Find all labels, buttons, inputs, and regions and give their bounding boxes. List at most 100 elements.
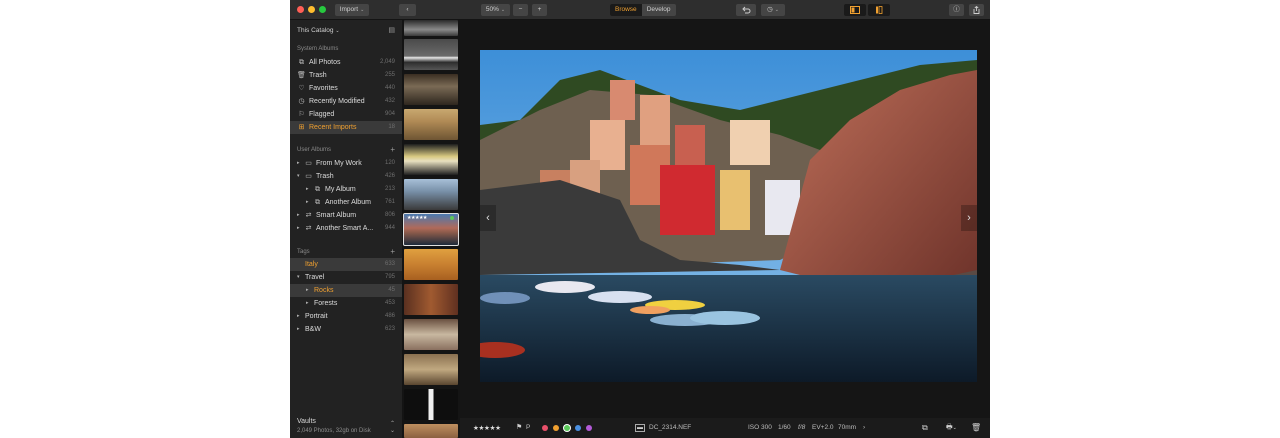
share-button[interactable] (969, 4, 984, 16)
disclosure-right-icon[interactable]: ▸ (306, 287, 309, 293)
thumbnail[interactable] (404, 179, 458, 210)
zoom-window-button[interactable] (319, 6, 326, 13)
sidebar-item-count: 432 (384, 98, 395, 104)
photos-icon: ⧉ (299, 59, 304, 66)
filmstrip-toggle-button[interactable] (868, 4, 890, 16)
zoom-in-button[interactable]: + (532, 4, 547, 16)
sidebar-item-another-album[interactable]: ▸ ⧉ Another Album 761 (290, 196, 402, 209)
tag-travel[interactable]: ▾ Travel 795 (290, 271, 402, 284)
disclosure-down-icon[interactable]: ▾ (297, 274, 300, 280)
undo-icon (741, 6, 750, 14)
disclosure-down-icon[interactable]: ▾ (297, 173, 300, 179)
disclosure-right-icon[interactable]: ▸ (297, 160, 300, 166)
tag-count: 795 (384, 274, 395, 280)
export-dropdown-icon[interactable]: 🖶︎⌄ (946, 423, 957, 434)
import-icon: ⊞ (298, 124, 305, 131)
photo-image (480, 50, 977, 382)
close-window-button[interactable] (297, 6, 304, 13)
sidebar-item-count: 944 (384, 225, 395, 231)
sidebar-item-another-smart-album[interactable]: ▸ ⇄ Another Smart A... 944 (290, 222, 402, 235)
color-label-orange[interactable] (553, 425, 559, 431)
import-button[interactable]: Import ⌄ (335, 4, 369, 16)
zoom-dropdown[interactable]: 50% ⌄ (481, 4, 510, 16)
tag-count: 45 (388, 287, 395, 293)
disclosure-right-icon[interactable]: ▸ (306, 199, 309, 205)
vaults-switcher[interactable]: ⌃ ⌄ (390, 420, 395, 434)
sidebar-item-flagged[interactable]: ⚐ Flagged 904 (290, 108, 402, 121)
back-button[interactable]: ‹ (399, 4, 416, 16)
vaults-title: Vaults (297, 418, 316, 425)
sidebar-item-count: 904 (384, 111, 395, 117)
disclosure-right-icon[interactable]: ▸ (297, 225, 300, 231)
sidebar-item-label: My Album (325, 185, 356, 193)
trash-icon: 🗑︎ (297, 72, 306, 79)
undo-button[interactable] (736, 4, 756, 16)
sidebar-toggle-button[interactable] (844, 4, 866, 16)
thumbnail[interactable] (404, 284, 458, 315)
thumbnail-selected[interactable]: ★★★★★ (403, 213, 459, 246)
develop-tab[interactable]: Develop (642, 4, 676, 16)
sidebar-item-my-album[interactable]: ▸ ⧉ My Album 213 (290, 183, 402, 196)
disclosure-right-icon[interactable]: ▸ (306, 300, 309, 306)
bottom-info-bar: ★★★★★ ⚑ P ▬ DC_2314.NEF ISO 300 1/60 f/8… (460, 418, 990, 438)
add-album-button[interactable]: + (390, 145, 395, 154)
tag-forests[interactable]: ▸ Forests 453 (290, 297, 402, 310)
minimize-window-button[interactable] (308, 6, 315, 13)
browse-tab[interactable]: Browse (610, 4, 642, 16)
zoom-out-button[interactable]: − (513, 4, 528, 16)
tag-rocks[interactable]: ▸ Rocks 45 (290, 284, 402, 297)
sidebar-item-count: 2,049 (379, 59, 395, 65)
thumbnail[interactable] (404, 144, 458, 175)
sidebar-item-favorites[interactable]: ♡ Favorites 440 (290, 82, 402, 95)
user-albums-heading: User Albums (297, 147, 332, 153)
thumbnail[interactable] (404, 354, 458, 385)
sidebar-item-from-my-work[interactable]: ▸ ▭ From My Work 120 (290, 157, 402, 170)
star-rating[interactable]: ★★★★★ (473, 424, 501, 432)
sidebar-item-all-photos[interactable]: ⧉ All Photos 2,049 (290, 56, 402, 69)
sidebar-item-trash-folder[interactable]: ▾ ▭ Trash 426 (290, 170, 402, 183)
add-tag-button[interactable]: + (390, 247, 395, 256)
color-label-blue[interactable] (575, 425, 581, 431)
history-dropdown[interactable]: ◷ ⌄ (761, 4, 785, 16)
more-info-chevron-icon[interactable]: › (863, 424, 865, 431)
flag-icon[interactable]: ⚑ (516, 423, 522, 431)
thumbnail[interactable] (404, 424, 458, 438)
title-bar: Import⌄ ‹ 50%⌄ − + Browse Develop ◷⌄ (290, 0, 990, 20)
thumbnail[interactable] (404, 249, 458, 280)
sidebar-item-smart-album[interactable]: ▸ ⇄ Smart Album 806 (290, 209, 402, 222)
duplicate-icon[interactable]: ⧉ (922, 423, 928, 433)
color-label-red[interactable] (542, 425, 548, 431)
trash-icon[interactable]: 🗑︎ (971, 423, 981, 432)
sidebar-item-recently-modified[interactable]: ◷ Recently Modified 432 (290, 95, 402, 108)
next-photo-button[interactable]: › (961, 205, 977, 231)
sidebar-item-recent-imports[interactable]: ⊞ Recent Imports 18 (290, 121, 402, 134)
disclosure-right-icon[interactable]: ▸ (297, 212, 300, 218)
previous-photo-button[interactable]: ‹ (480, 205, 496, 231)
main-photo[interactable]: ‹ › (480, 50, 977, 382)
thumbnail[interactable] (404, 20, 458, 36)
sidebar-item-trash[interactable]: 🗑︎ Trash 255 (290, 69, 402, 82)
tag-label: Portrait (305, 312, 328, 320)
color-label-dot (450, 216, 454, 220)
thumbnail[interactable] (404, 74, 458, 105)
tag-bw[interactable]: ▸ B&W 623 (290, 323, 402, 336)
thumbnail[interactable] (404, 319, 458, 350)
reject-flag-label[interactable]: P (526, 424, 530, 431)
calendar-icon[interactable]: ▤ (388, 26, 395, 34)
disclosure-right-icon[interactable]: ▸ (297, 326, 300, 332)
info-button[interactable]: ⓘ (949, 4, 964, 16)
color-label-purple[interactable] (586, 425, 592, 431)
color-label-green[interactable] (564, 425, 570, 431)
thumbnail[interactable] (404, 109, 458, 140)
thumbnail[interactable] (404, 39, 458, 70)
flag-icon: ⚐ (298, 111, 305, 118)
tag-italy[interactable]: Italy 633 (290, 258, 402, 271)
catalog-selector[interactable]: This Catalog ⌄ (297, 27, 340, 34)
sidebar-item-label: Trash (309, 71, 327, 79)
sidebar-item-label: Smart Album (316, 211, 357, 219)
disclosure-right-icon[interactable]: ▸ (306, 186, 309, 192)
tag-portrait[interactable]: ▸ Portrait 486 (290, 310, 402, 323)
tag-label: Forests (314, 299, 338, 307)
disclosure-right-icon[interactable]: ▸ (297, 313, 300, 319)
thumbnail[interactable] (404, 389, 458, 420)
